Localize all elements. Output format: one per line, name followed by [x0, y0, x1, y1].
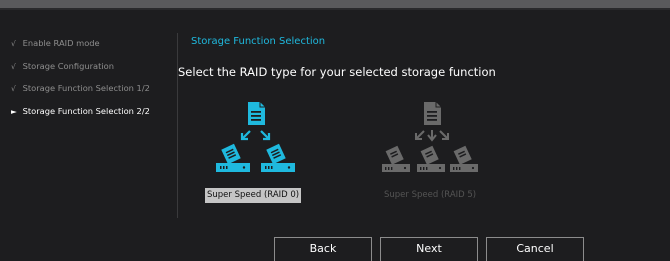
- raid5-diagram-icon: [382, 102, 478, 172]
- section-title: Storage Function Selection: [191, 36, 326, 47]
- header-shadow: [0, 8, 670, 10]
- wizard-steps: √ Enable RAID mode √ Storage Configurati…: [11, 37, 176, 127]
- cancel-button[interactable]: Cancel: [486, 237, 584, 261]
- arrow-right-icon: ►: [11, 106, 17, 116]
- check-icon: √: [11, 61, 16, 71]
- raid0-label[interactable]: Super Speed (RAID 0): [205, 188, 302, 203]
- step-storage-function-1: √ Storage Function Selection 1/2: [11, 82, 176, 105]
- back-button[interactable]: Back: [274, 237, 372, 261]
- raid-type-prompt: Select the RAID type for your selected s…: [178, 65, 496, 79]
- raid5-label[interactable]: Super Speed (RAID 5): [382, 188, 478, 203]
- step-label: Storage Function Selection 1/2: [22, 83, 150, 93]
- next-button[interactable]: Next: [380, 237, 478, 261]
- step-enable-raid-mode: √ Enable RAID mode: [11, 37, 176, 60]
- sidebar-divider: [177, 33, 178, 218]
- top-header-bar: [0, 0, 670, 8]
- step-label: Storage Configuration: [22, 60, 115, 71]
- check-icon: √: [11, 39, 16, 48]
- step-label: Enable RAID mode: [22, 38, 100, 48]
- raid0-diagram-icon: [216, 102, 295, 172]
- step-storage-function-2: ► Storage Function Selection 2/2: [11, 105, 176, 128]
- step-label: Storage Function Selection 2/2: [22, 105, 150, 116]
- step-storage-configuration: √ Storage Configuration: [11, 60, 176, 83]
- check-icon: √: [11, 84, 16, 93]
